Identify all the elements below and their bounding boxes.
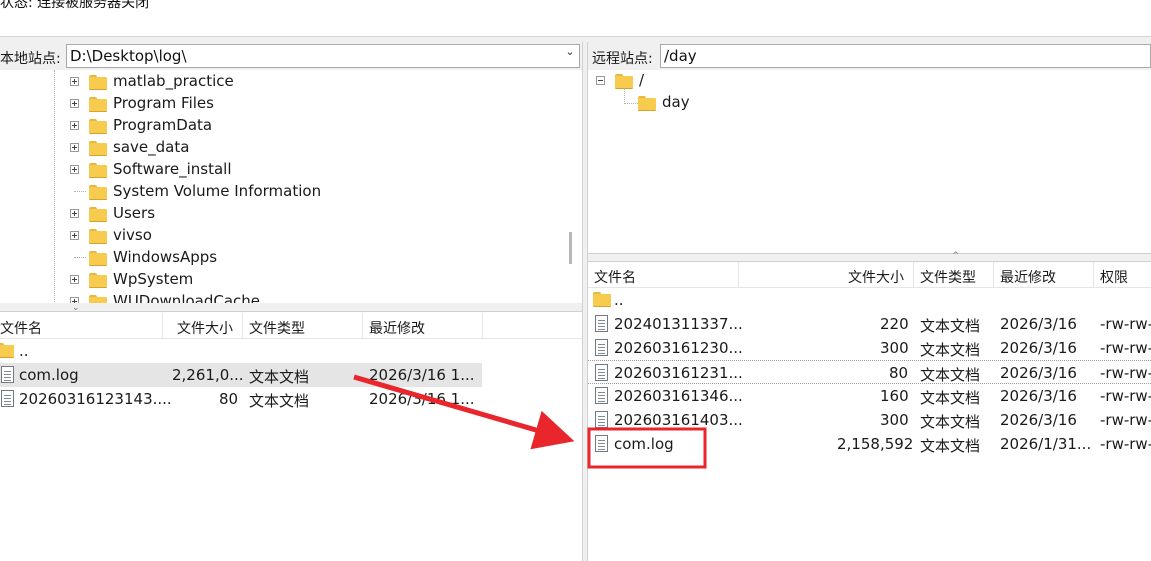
- red-arrow: [353, 374, 575, 450]
- highlight-box: [587, 427, 707, 469]
- annotation-overlay: [353, 374, 707, 469]
